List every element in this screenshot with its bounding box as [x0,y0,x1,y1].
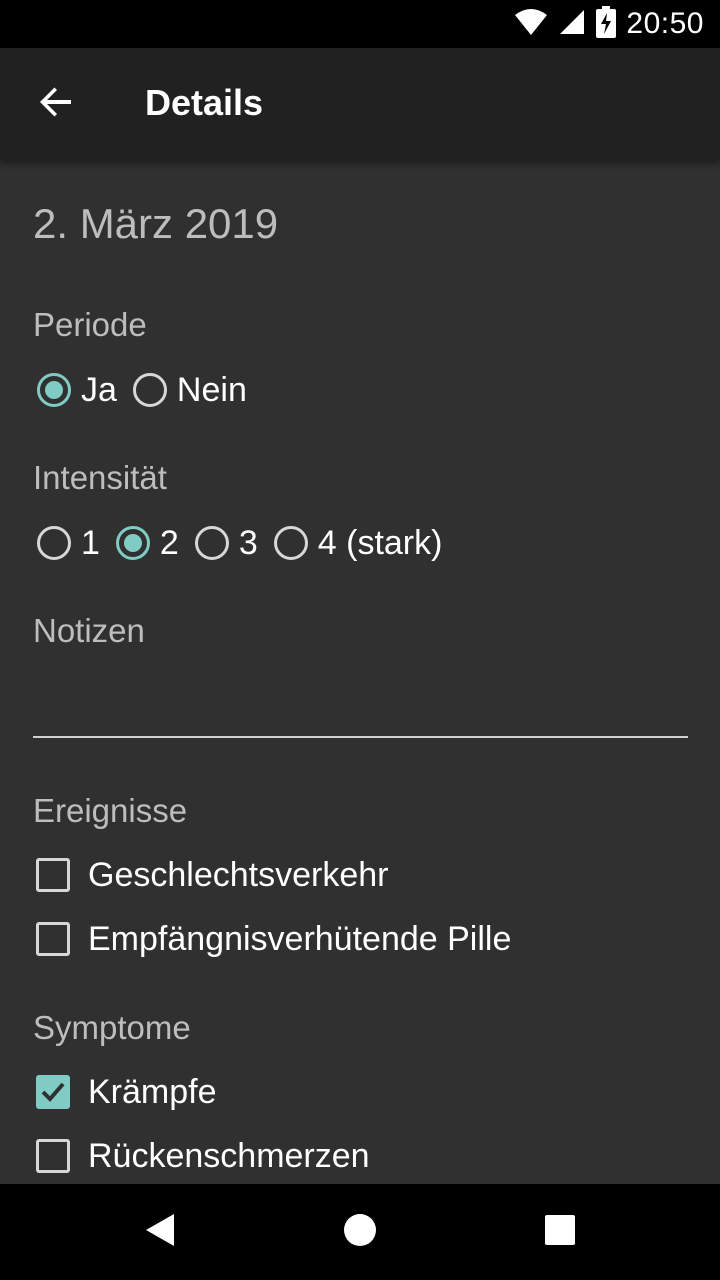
radio-label: 3 [238,523,258,562]
nav-home-button[interactable] [320,1204,400,1260]
checkbox-label: Empfängnisverhütende Pille [88,919,512,958]
system-nav-bar [0,1184,720,1280]
intensitaet-option-2[interactable]: 2 [112,524,179,563]
wifi-icon [514,8,548,41]
radio-label: Ja [81,370,117,409]
status-time: 20:50 [626,7,704,40]
checkbox-label: Geschlechtsverkehr [88,855,389,894]
notizen-label: Notizen [33,612,145,649]
periode-option-nein[interactable]: Nein [129,371,247,410]
radio-unchecked-icon [194,526,229,560]
radio-label: Nein [176,370,247,409]
intensitaet-option-1[interactable]: 1 [33,524,100,563]
radio-unchecked-icon [132,373,167,407]
intensitaet-radio-group: 1 2 3 4 (stark) [33,519,454,567]
checkbox-unchecked-icon [36,922,70,956]
checkbox-label: Rückenschmerzen [88,1136,370,1175]
checkbox-unchecked-icon [36,1139,70,1173]
nav-recents-button[interactable] [520,1204,600,1260]
periode-option-ja[interactable]: Ja [33,371,117,410]
checkbox-rueckenschmerzen[interactable]: Rückenschmerzen [36,1131,370,1181]
back-triangle-icon [144,1213,176,1252]
page-title: Details [145,82,264,123]
radio-checked-icon [115,526,150,560]
checkbox-label: Krämpfe [88,1072,217,1111]
arrow-back-icon [38,84,74,125]
home-circle-icon [343,1213,377,1252]
back-button[interactable] [24,76,88,132]
radio-label: 4 (stark) [317,523,443,562]
radio-checked-icon [37,373,71,407]
status-bar: 20:50 [0,0,720,48]
battery-charging-icon [596,5,617,43]
status-icons: 20:50 [514,0,704,48]
checkbox-pille[interactable]: Empfängnisverhütende Pille [36,914,511,964]
details-content[interactable]: 2. März 2019 Periode Ja Nein Intensität … [0,160,720,1184]
periode-radio-group: Ja Nein [33,366,259,414]
intensitaet-option-4[interactable]: 4 (stark) [270,523,443,563]
ereignisse-label: Ereignisse [33,792,188,829]
checkbox-checked-icon [36,1075,70,1109]
radio-label: 2 [159,523,179,562]
nav-back-button[interactable] [120,1204,200,1260]
date-heading: 2. März 2019 [33,200,279,247]
recents-square-icon [545,1214,575,1250]
radio-label: 1 [81,523,100,562]
radio-unchecked-icon [37,526,71,560]
intensitaet-label: Intensität [33,459,167,496]
notes-input[interactable] [33,662,688,738]
checkbox-unchecked-icon [36,858,70,892]
radio-unchecked-icon [273,526,308,560]
checkbox-geschlechtsverkehr[interactable]: Geschlechtsverkehr [36,850,388,900]
checkbox-kraempfe[interactable]: Krämpfe [36,1067,217,1117]
app-toolbar: Details [0,48,720,160]
signal-icon [558,8,586,41]
intensitaet-option-3[interactable]: 3 [191,524,258,563]
periode-label: Periode [33,306,147,343]
symptome-label: Symptome [33,1009,191,1046]
